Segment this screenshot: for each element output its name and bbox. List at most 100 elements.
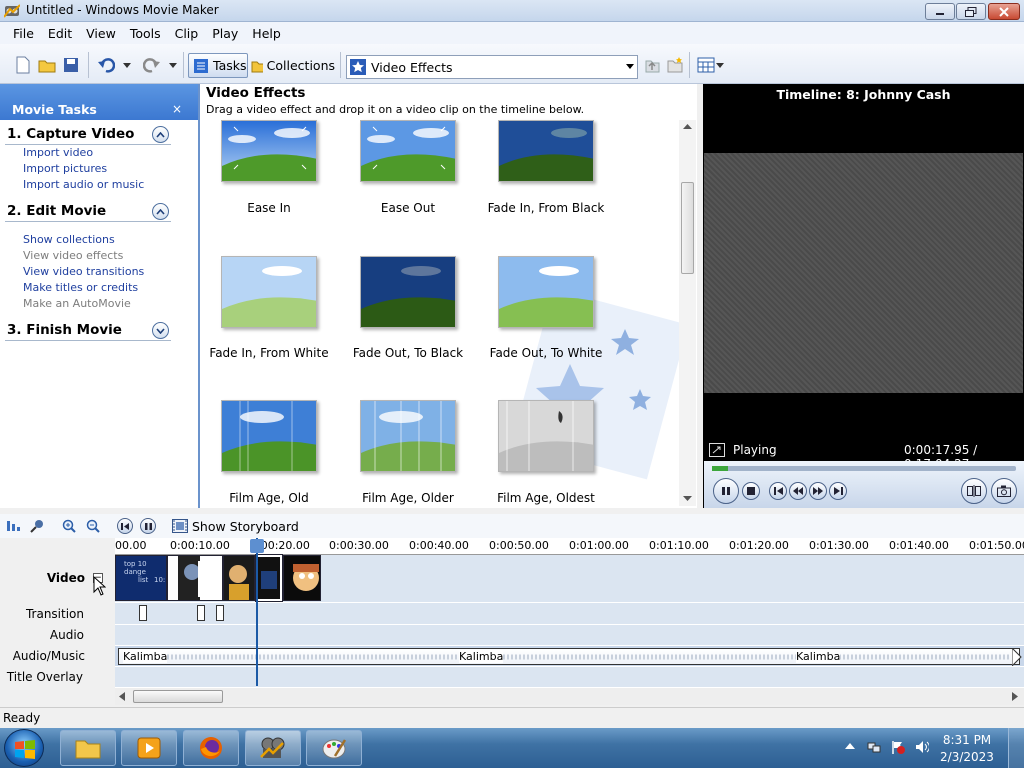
video-clip[interactable] [167,555,223,601]
show-desktop-button[interactable] [1008,728,1024,768]
taskbar-movie-maker-button[interactable] [245,730,301,766]
undo-dropdown-icon[interactable] [123,63,131,68]
menu-view[interactable]: View [79,26,123,41]
import-video-link[interactable]: Import video [23,146,93,159]
scroll-up-icon[interactable] [683,124,692,130]
views-dropdown-icon[interactable] [716,63,724,68]
effect-thumbnail-ease-in[interactable] [221,120,317,182]
views-icon[interactable] [697,56,715,74]
restore-button[interactable] [956,3,986,20]
effect-thumbnail-fade-out-white[interactable] [498,256,594,328]
menu-play[interactable]: Play [205,26,245,41]
collection-dropdown[interactable]: Video Effects [346,55,638,79]
scroll-down-icon[interactable] [683,496,692,502]
title-bar[interactable]: Untitled - Windows Movie Maker [0,0,1024,22]
menu-tools[interactable]: Tools [123,26,168,41]
import-audio-link[interactable]: Import audio or music [23,178,144,191]
clock-date[interactable]: 2/3/2023 [935,750,999,764]
minimize-button[interactable] [925,3,955,20]
action-center-flag-icon[interactable] [891,740,905,754]
effect-thumbnail-fade-out-black[interactable] [360,256,456,328]
timeline-horizontal-scrollbar[interactable] [115,688,1024,705]
import-pictures-link[interactable]: Import pictures [23,162,107,175]
open-project-icon[interactable] [38,56,56,74]
next-frame-button[interactable] [829,482,847,500]
fast-forward-button[interactable] [809,482,827,500]
collapse-up-icon[interactable] [152,126,169,143]
video-clip[interactable] [223,555,255,601]
show-collections-link[interactable]: Show collections [23,233,115,246]
effect-thumbnail-film-age-oldest[interactable] [498,400,594,472]
video-clip[interactable] [283,555,321,601]
pause-button[interactable] [713,478,739,504]
timeline-pause-button[interactable] [140,518,156,534]
timeline-rewind-button[interactable] [117,518,133,534]
new-project-icon[interactable] [14,56,32,74]
title-overlay-track[interactable] [115,667,1024,688]
tasks-button[interactable]: Tasks [188,53,248,78]
network-icon[interactable] [867,740,881,754]
redo-icon[interactable] [143,56,161,74]
show-hidden-icons-icon[interactable] [845,742,855,750]
full-screen-icon[interactable] [709,443,725,457]
menu-file[interactable]: File [6,26,41,41]
undo-icon[interactable] [97,56,115,74]
playhead-handle[interactable] [250,539,264,553]
effects-scroll-thumb[interactable] [681,182,694,274]
transition-marker[interactable] [197,605,205,621]
save-project-icon[interactable] [62,56,80,74]
video-clip[interactable]: top 10 dange list 10: [115,555,167,601]
menu-clip[interactable]: Clip [168,26,206,41]
collections-button[interactable]: Collections [251,53,335,78]
audio-music-clip[interactable]: Kalimba Kalimba Kalimba [118,648,1020,665]
effect-thumbnail-film-age-old[interactable] [221,400,317,472]
scroll-right-icon[interactable] [1012,692,1018,701]
video-clip-selected[interactable] [255,554,283,602]
transition-track[interactable] [115,603,1024,625]
transition-marker[interactable] [139,605,147,621]
previous-frame-button[interactable] [769,482,787,500]
taskbar-firefox-button[interactable] [183,730,239,766]
taskbar-media-player-button[interactable] [121,730,177,766]
effect-thumbnail-fade-in-white[interactable] [221,256,317,328]
redo-dropdown-icon[interactable] [169,63,177,68]
narrate-microphone-icon[interactable] [30,519,44,533]
effect-thumbnail-ease-out[interactable] [360,120,456,182]
finish-movie-section-title[interactable]: 3. Finish Movie [7,322,122,338]
up-level-icon[interactable] [643,56,661,74]
rewind-button[interactable] [789,482,807,500]
make-titles-link[interactable]: Make titles or credits [23,281,138,294]
audio-track[interactable] [115,625,1024,646]
menu-help[interactable]: Help [245,26,288,41]
show-storyboard-button[interactable]: Show Storyboard [192,519,299,534]
set-audio-levels-icon[interactable] [6,519,20,533]
close-button[interactable] [988,3,1020,20]
edit-movie-section-title[interactable]: 2. Edit Movie [7,203,106,219]
scroll-left-icon[interactable] [119,692,125,701]
take-picture-button[interactable] [991,478,1017,504]
zoom-out-icon[interactable] [86,519,100,533]
playhead[interactable] [256,538,258,686]
effect-thumbnail-film-age-older[interactable] [360,400,456,472]
effect-thumbnail-fade-in-black[interactable] [498,120,594,182]
stop-button[interactable] [742,482,760,500]
movie-tasks-close-icon[interactable]: × [172,102,182,116]
taskbar-paint-button[interactable] [306,730,362,766]
volume-icon[interactable] [915,740,929,754]
menu-edit[interactable]: Edit [41,26,79,41]
taskbar-explorer-button[interactable] [60,730,116,766]
split-clip-button[interactable] [961,478,987,504]
clock-time[interactable]: 8:31 PM [935,733,999,747]
new-collection-icon[interactable] [666,56,684,74]
capture-video-section-title[interactable]: 1. Capture Video [7,126,134,142]
timeline-scroll-thumb[interactable] [133,690,223,703]
storyboard-film-icon[interactable] [172,519,188,533]
collapse-up-icon[interactable] [152,203,169,220]
expand-down-icon[interactable] [152,322,169,339]
start-button[interactable] [4,729,44,767]
zoom-in-icon[interactable] [62,519,76,533]
view-video-transitions-link[interactable]: View video transitions [23,265,144,278]
effects-scrollbar[interactable] [679,120,696,506]
seek-bar[interactable] [712,466,1016,471]
transition-marker[interactable] [216,605,224,621]
